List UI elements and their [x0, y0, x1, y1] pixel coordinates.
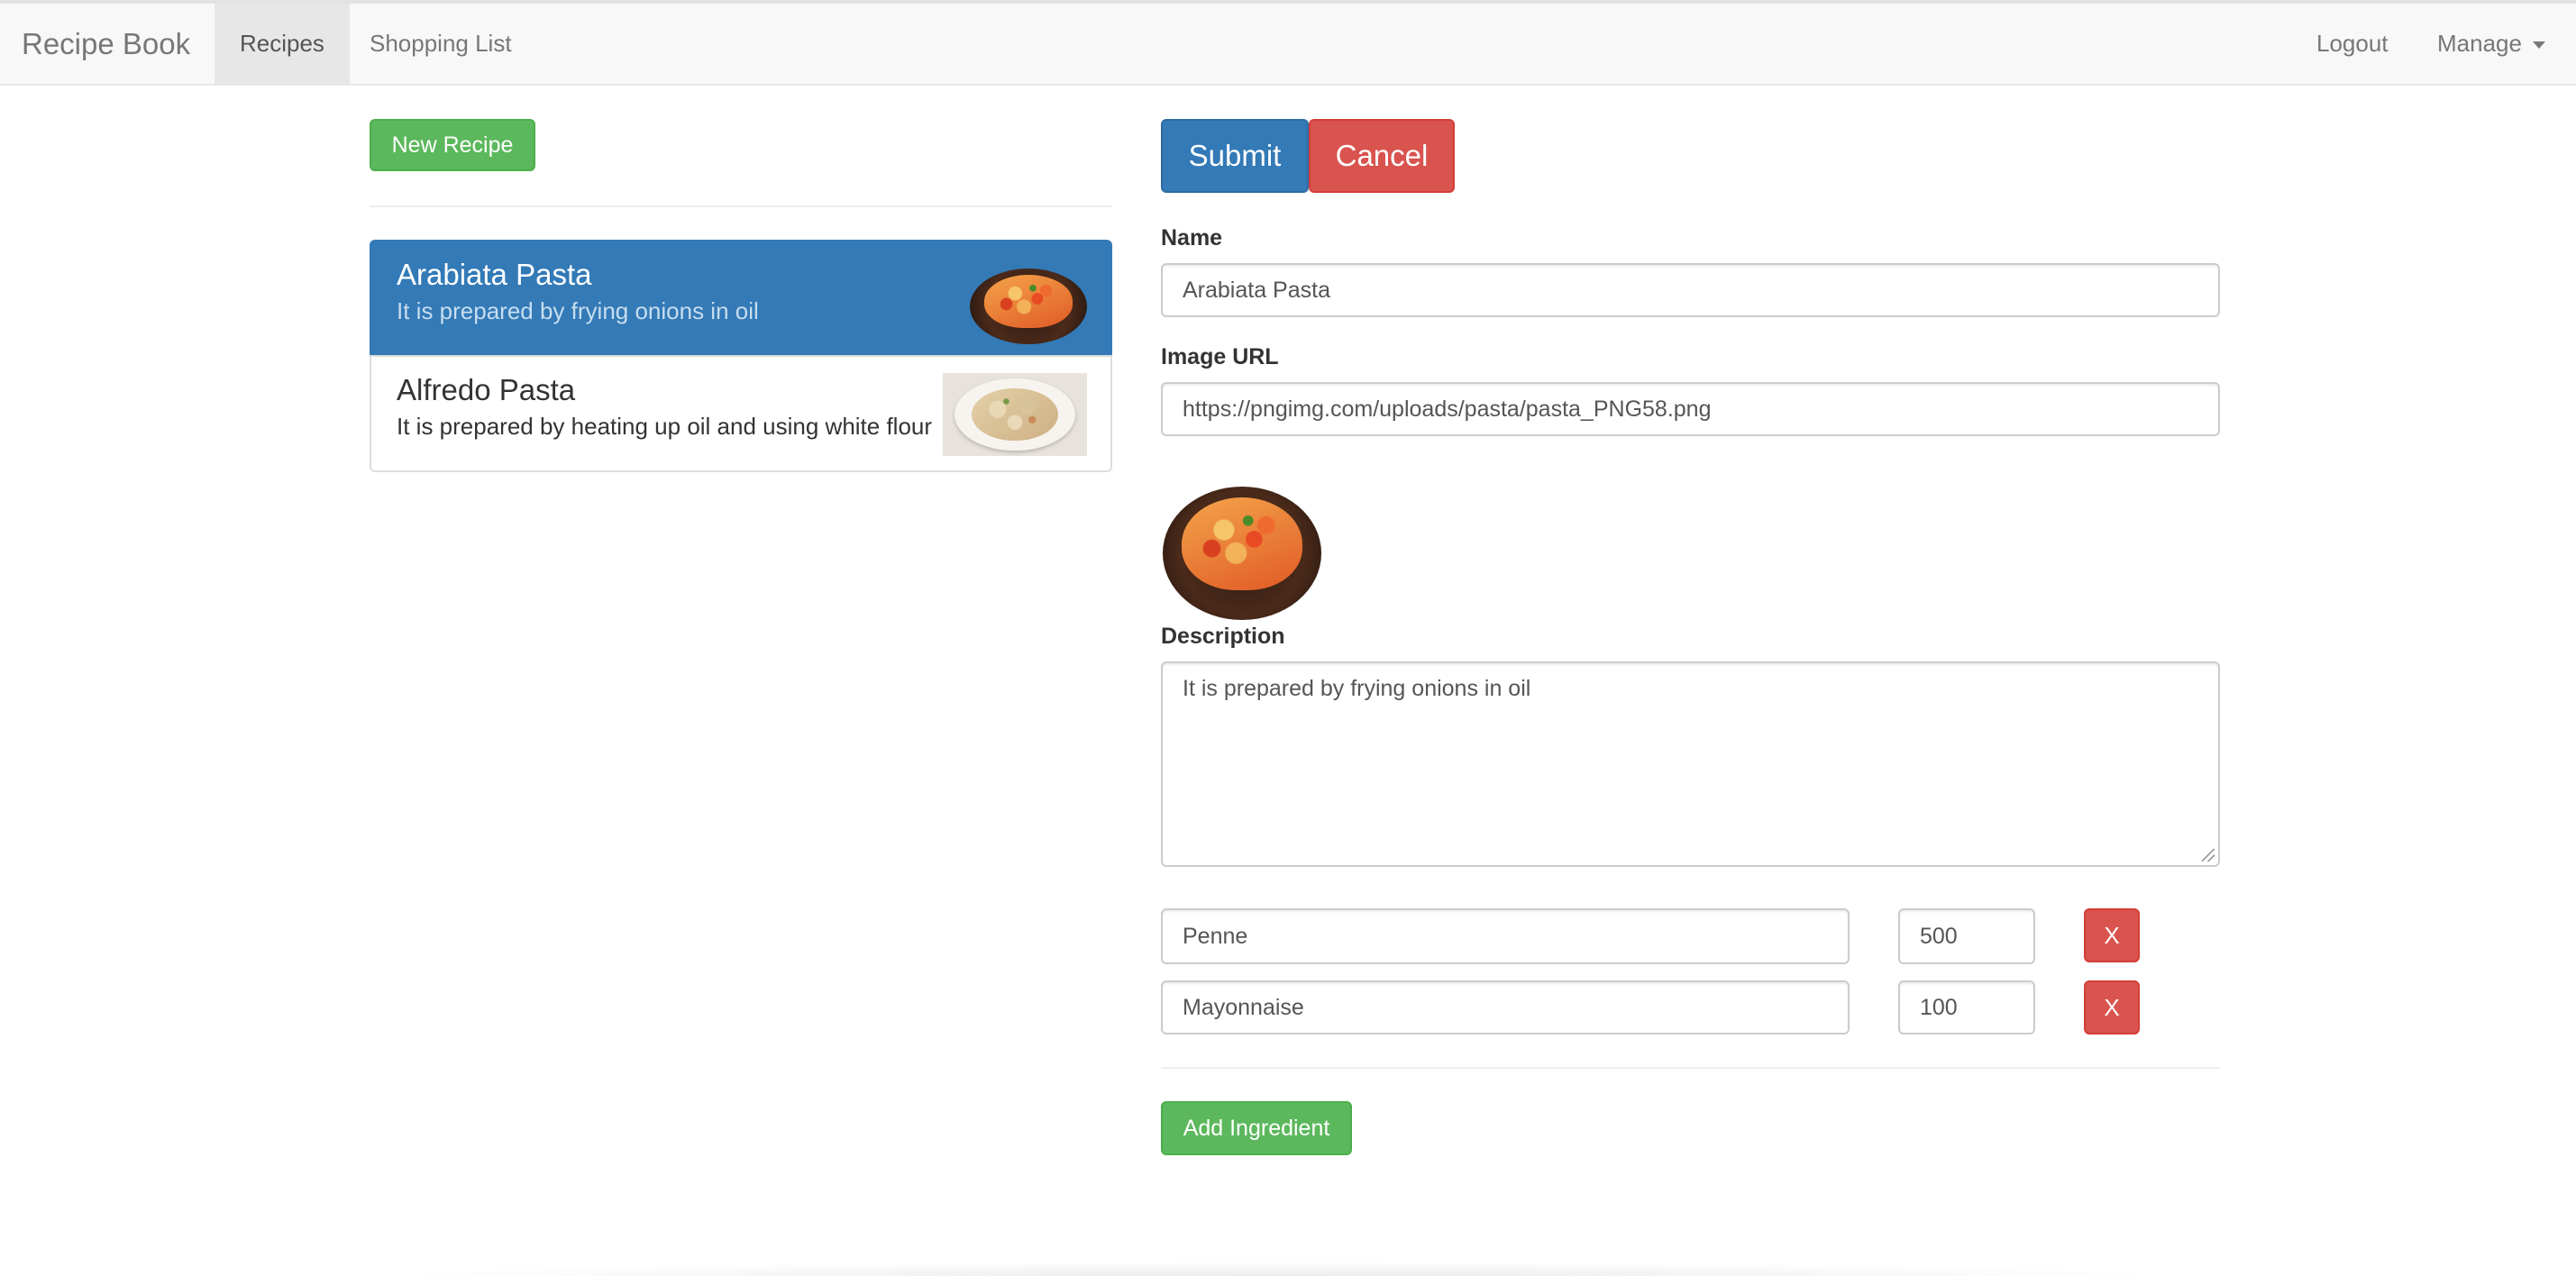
ingredient-name-input[interactable]: Penne: [1161, 908, 1850, 964]
name-label: Name: [1161, 225, 1223, 251]
manage-label: Manage: [2437, 30, 2522, 57]
brand-link[interactable]: Recipe Book: [22, 4, 190, 84]
cancel-button[interactable]: Cancel: [1309, 119, 1455, 193]
image-url-label: Image URL: [1161, 344, 1279, 369]
navbar: Recipe Book Recipes Shopping List Logout…: [0, 0, 2576, 86]
recipe-list: Arabiata Pasta It is prepared by frying …: [370, 240, 1112, 472]
recipe-thumbnail: [970, 269, 1087, 344]
nav-tab-recipes[interactable]: Recipes: [215, 4, 350, 84]
recipe-item-alfredo[interactable]: Alfredo Pasta It is prepared by heating …: [370, 355, 1112, 472]
logout-link[interactable]: Logout: [2291, 4, 2414, 84]
page-shadow: [379, 1262, 2181, 1276]
description-text: It is prepared by frying onions in oil: [1183, 676, 1531, 701]
submit-button[interactable]: Submit: [1161, 119, 1309, 193]
recipe-image-preview: [1163, 487, 1321, 620]
recipe-item-arabiata[interactable]: Arabiata Pasta It is prepared by frying …: [370, 240, 1112, 357]
new-recipe-button[interactable]: New Recipe: [370, 119, 535, 171]
recipe-description: It is prepared by heating up oil and usi…: [397, 413, 933, 440]
recipe-name: Arabiata Pasta: [397, 258, 592, 291]
manage-dropdown[interactable]: Manage: [2412, 4, 2571, 84]
nav-tab-shopping-list[interactable]: Shopping List: [344, 4, 537, 84]
caret-down-icon: [2532, 41, 2545, 50]
name-input[interactable]: Arabiata Pasta: [1161, 263, 2220, 317]
remove-ingredient-button[interactable]: X: [2084, 908, 2140, 962]
add-ingredient-button[interactable]: Add Ingredient: [1161, 1101, 1352, 1155]
recipe-name: Alfredo Pasta: [397, 373, 576, 406]
recipe-description: It is prepared by frying onions in oil: [397, 297, 759, 324]
divider: [1161, 1067, 2220, 1069]
recipe-thumbnail: [943, 373, 1087, 456]
description-label: Description: [1161, 624, 1285, 649]
ingredient-amount-input[interactable]: 500: [1898, 908, 2035, 964]
description-textarea[interactable]: It is prepared by frying onions in oil: [1161, 661, 2220, 867]
remove-ingredient-button[interactable]: X: [2084, 980, 2140, 1034]
ingredient-name-input[interactable]: Mayonnaise: [1161, 980, 1850, 1034]
image-url-input[interactable]: https://pngimg.com/uploads/pasta/pasta_P…: [1161, 382, 2220, 436]
divider: [370, 205, 1112, 207]
ingredient-amount-input[interactable]: 100: [1898, 980, 2035, 1034]
resize-handle-icon[interactable]: [2202, 849, 2215, 861]
